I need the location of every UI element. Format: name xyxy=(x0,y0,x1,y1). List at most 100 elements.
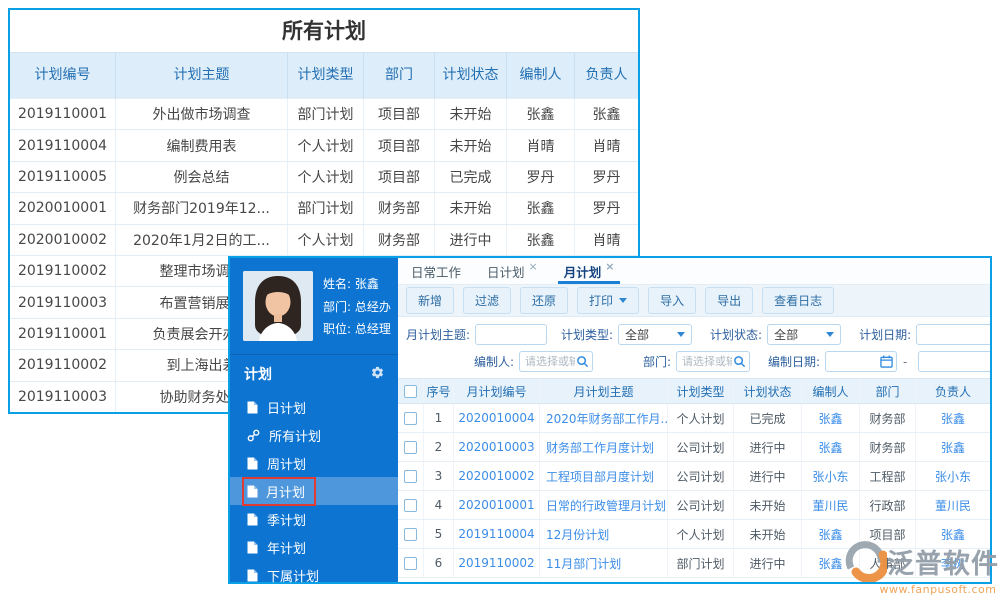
compiler-search[interactable] xyxy=(519,351,593,372)
select-all-checkbox[interactable] xyxy=(404,385,417,398)
add-button[interactable]: 新增 xyxy=(406,287,454,314)
cell-status: 未开始 xyxy=(435,99,507,129)
cell-compiler-link[interactable]: 张鑫 xyxy=(802,433,860,461)
table-row: 2019110005 例会总结 个人计划 项目部 已完成 罗丹 罗丹 xyxy=(10,161,638,192)
row-checkbox[interactable] xyxy=(404,557,417,570)
subject-label: 月计划主题: xyxy=(402,326,470,343)
column-header: 计划编号 xyxy=(10,53,116,98)
chevron-down-icon xyxy=(619,298,627,303)
type-select[interactable]: 全部 xyxy=(618,324,692,345)
cell-plan-subject: 外出做市场调查 xyxy=(116,99,288,129)
row-checkbox[interactable] xyxy=(404,470,417,483)
column-header: 序号 xyxy=(424,379,454,403)
sidebar-item-year-plan[interactable]: 年计划 xyxy=(230,533,398,561)
restore-button[interactable]: 还原 xyxy=(520,287,568,314)
dept-search[interactable] xyxy=(676,351,750,372)
cell-plan-subject-link[interactable]: 财务部工作月度计划 xyxy=(540,433,668,461)
cell-compiler-link[interactable]: 董川民 xyxy=(802,491,860,519)
checkbox-cell xyxy=(398,404,424,432)
close-icon[interactable]: × xyxy=(605,260,614,273)
cell-plan-subject-link[interactable]: 12月份计划 xyxy=(540,520,668,548)
close-icon[interactable]: × xyxy=(529,260,538,273)
cell-plan-no-link[interactable]: 2020010002 xyxy=(454,462,540,490)
cell-owner-link[interactable]: 张鑫 xyxy=(916,433,990,461)
cell-plan-no: 2020010002 xyxy=(10,225,116,255)
cell-owner: 张鑫 xyxy=(575,99,638,129)
cell-owner-link[interactable]: 张小东 xyxy=(916,462,990,490)
sidebar-menu: 日计划 所有计划 周计划 月计划 季计划 年计 xyxy=(230,393,398,589)
gear-icon[interactable] xyxy=(371,366,384,383)
file-icon xyxy=(247,401,258,414)
checkbox-cell xyxy=(398,549,424,577)
cell-plan-subject-link[interactable]: 2020年财务部工作月... xyxy=(540,404,668,432)
compile-date-to[interactable] xyxy=(918,351,990,372)
cell-plan-subject-link[interactable]: 11月部门计划 xyxy=(540,549,668,577)
cell-seq: 5 xyxy=(424,520,454,548)
cell-seq: 2 xyxy=(424,433,454,461)
compile-date-from[interactable] xyxy=(825,351,897,372)
column-header: 计划主题 xyxy=(116,53,288,98)
cell-plan-subject-link[interactable]: 工程项目部月度计划 xyxy=(540,462,668,490)
cell-status: 已完成 xyxy=(435,162,507,192)
page-title: 所有计划 xyxy=(10,10,638,52)
cell-compiler: 肖晴 xyxy=(507,130,575,160)
tab-daily-work[interactable]: 日常工作 xyxy=(411,258,461,284)
cell-plan-no-link[interactable]: 2020010001 xyxy=(454,491,540,519)
column-header: 编制人 xyxy=(507,53,575,98)
cell-plan-no: 2019110002 xyxy=(10,256,116,286)
sidebar-item-week-plan[interactable]: 周计划 xyxy=(230,449,398,477)
tab-month-plan[interactable]: 月计划× xyxy=(564,258,615,284)
filter-panel: 月计划主题: 计划类型: 全部 计划状态: 全部 计划日期: 编制人: 部门: xyxy=(398,317,990,378)
cell-owner-link[interactable]: 董川民 xyxy=(916,491,990,519)
cell-owner-link[interactable]: 张鑫 xyxy=(916,404,990,432)
export-button[interactable]: 导出 xyxy=(705,287,753,314)
cell-plan-type: 个人计划 xyxy=(288,130,364,160)
cell-seq: 6 xyxy=(424,549,454,577)
sidebar-item-day-plan[interactable]: 日计划 xyxy=(230,393,398,421)
file-icon xyxy=(247,513,258,526)
filter-button[interactable]: 过滤 xyxy=(463,287,511,314)
cell-compiler-link[interactable]: 张小东 xyxy=(802,462,860,490)
table-row: 2019110001 外出做市场调查 部门计划 项目部 未开始 张鑫 张鑫 xyxy=(10,98,638,129)
sidebar-item-all-plans[interactable]: 所有计划 xyxy=(230,421,398,449)
cell-plan-no-link[interactable]: 2020010003 xyxy=(454,433,540,461)
column-header: 月计划主题 xyxy=(540,379,668,403)
plan-date-label: 计划日期: xyxy=(859,326,911,343)
status-select[interactable]: 全部 xyxy=(767,324,841,345)
cell-plan-no-link[interactable]: 2019110002 xyxy=(454,549,540,577)
column-header: 月计划编号 xyxy=(454,379,540,403)
plan-date-input[interactable] xyxy=(916,324,990,345)
cell-department: 财务部 xyxy=(364,193,435,223)
cell-department: 项目部 xyxy=(364,99,435,129)
print-button[interactable]: 打印 xyxy=(577,287,639,314)
column-header: 部门 xyxy=(860,379,916,403)
cell-plan-no-link[interactable]: 2019110004 xyxy=(454,520,540,548)
link-icon xyxy=(247,429,260,442)
tab-day-plan[interactable]: 日计划× xyxy=(487,258,538,284)
month-plan-window: 姓名: 张鑫 部门: 总经办 职位: 总经理 计划 日计划 所有计划 周计划 xyxy=(228,256,992,584)
table-row: 2020010002 2020年1月2日的工... 个人计划 财务部 进行中 张… xyxy=(10,224,638,255)
cell-plan-subject-link[interactable]: 日常的行政管理月计划 xyxy=(540,491,668,519)
cell-plan-type: 公司计划 xyxy=(668,433,734,461)
cell-plan-type: 个人计划 xyxy=(668,520,734,548)
cell-plan-no: 2019110003 xyxy=(10,287,116,317)
compile-date-label: 编制日期: xyxy=(756,353,820,370)
cell-compiler-link[interactable]: 张鑫 xyxy=(802,404,860,432)
row-checkbox[interactable] xyxy=(404,528,417,541)
view-log-button[interactable]: 查看日志 xyxy=(762,287,834,314)
sidebar-item-month-plan[interactable]: 月计划 xyxy=(230,477,398,505)
row-checkbox[interactable] xyxy=(404,441,417,454)
import-button[interactable]: 导入 xyxy=(648,287,696,314)
sidebar-item-subordinate-plan[interactable]: 下属计划 xyxy=(230,561,398,589)
sidebar-item-quarter-plan[interactable]: 季计划 xyxy=(230,505,398,533)
cell-plan-no-link[interactable]: 2020010004 xyxy=(454,404,540,432)
row-checkbox[interactable] xyxy=(404,499,417,512)
filter-row-1: 月计划主题: 计划类型: 全部 计划状态: 全部 计划日期: xyxy=(402,321,990,348)
subject-input[interactable] xyxy=(475,324,547,345)
profile-post: 职位: 总经理 xyxy=(323,320,391,337)
cell-owner: 罗丹 xyxy=(575,193,638,223)
cell-plan-type: 个人计划 xyxy=(288,162,364,192)
row-checkbox[interactable] xyxy=(404,412,417,425)
cell-department: 财务部 xyxy=(860,404,916,432)
avatar xyxy=(243,271,313,341)
